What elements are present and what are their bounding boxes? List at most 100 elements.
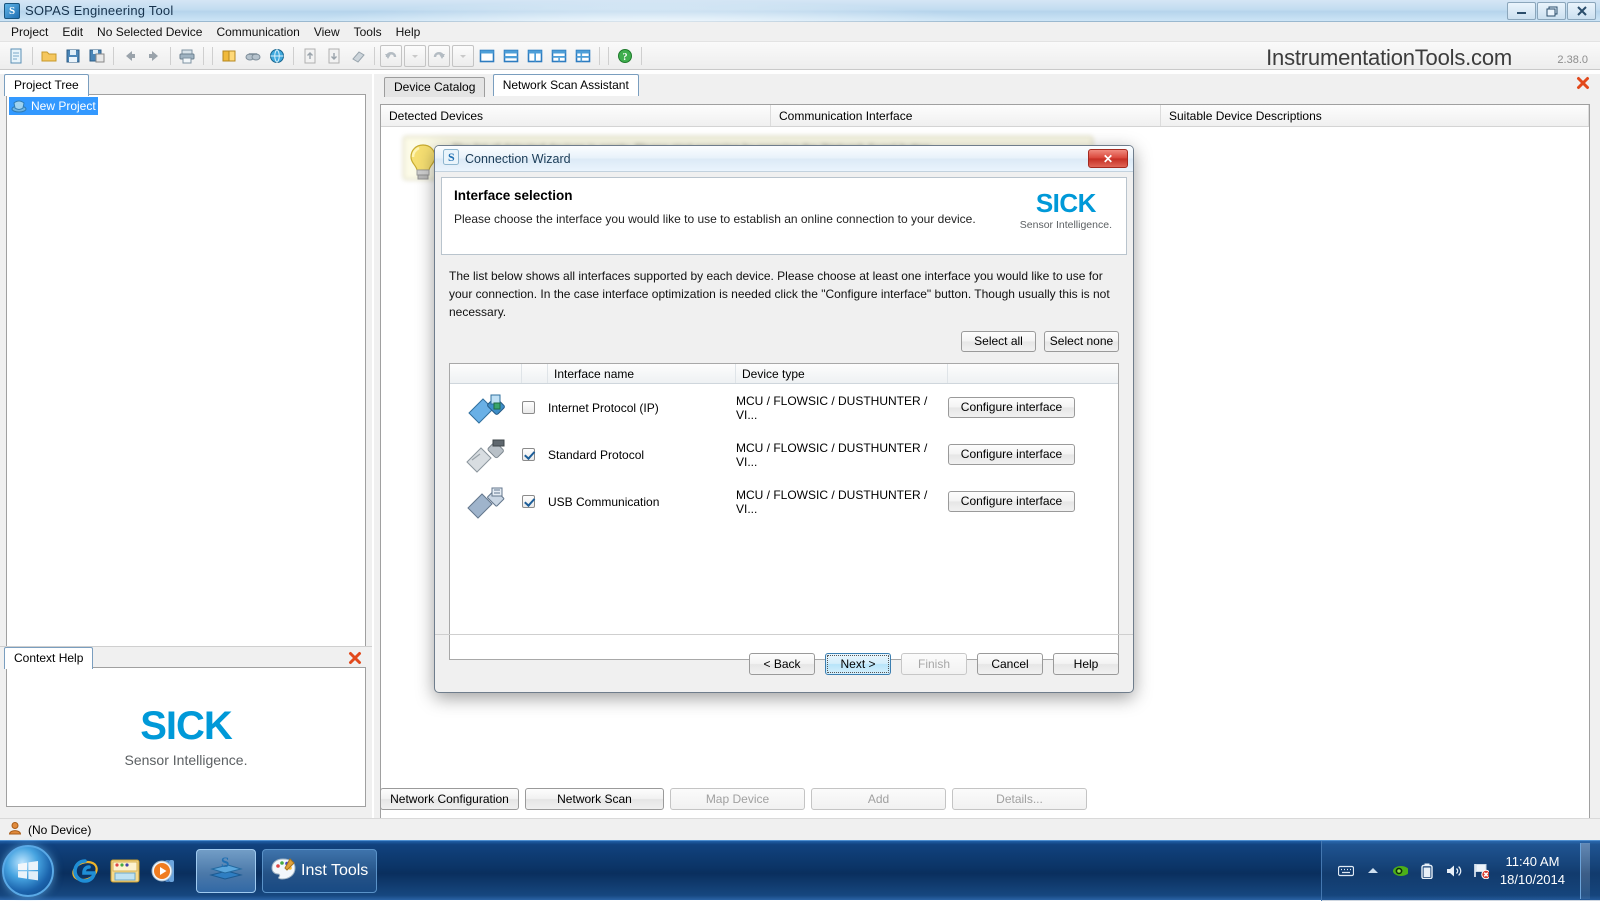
taskbar-item-sopas[interactable]: S: [196, 848, 256, 893]
forward-arrow-icon[interactable]: [143, 45, 165, 67]
finish-button[interactable]: Finish: [901, 652, 967, 675]
close-icon[interactable]: [1567, 2, 1596, 20]
cancel-button[interactable]: Cancel: [977, 652, 1043, 675]
device-type-cell: MCU / FLOWSIC / DUSTHUNTER / VI...: [736, 488, 948, 516]
tab-project-tree[interactable]: Project Tree: [4, 74, 89, 96]
interface-name-cell: Internet Protocol (IP): [548, 401, 736, 415]
menu-no-selected-device[interactable]: No Selected Device: [90, 23, 209, 41]
save-icon[interactable]: [62, 45, 84, 67]
dialog-sick-logo: SICK Sensor Intelligence.: [1020, 190, 1112, 231]
print-icon[interactable]: [176, 45, 198, 67]
context-help-body: SICK Sensor Intelligence.: [6, 667, 366, 807]
menu-communication[interactable]: Communication: [209, 23, 306, 41]
tab-context-help[interactable]: Context Help: [4, 647, 94, 669]
close-icon[interactable]: ✕: [1088, 149, 1128, 168]
upload-document-icon[interactable]: [299, 45, 321, 67]
configure-interface-button[interactable]: Configure interface: [948, 444, 1075, 465]
back-arrow-icon[interactable]: [119, 45, 141, 67]
tree-item-new-project[interactable]: New Project: [9, 97, 98, 115]
windows-explorer-icon[interactable]: [108, 854, 142, 888]
taskbar-item-inst-tools[interactable]: Inst Tools: [262, 848, 378, 893]
select-none-button[interactable]: Select none: [1044, 331, 1119, 352]
show-desktop-button[interactable]: [1580, 843, 1590, 899]
quick-launch: [68, 854, 182, 888]
menu-view[interactable]: View: [307, 23, 347, 41]
back-button[interactable]: < Back: [749, 652, 815, 675]
redo-icon[interactable]: [428, 44, 450, 67]
configure-interface-button[interactable]: Configure interface: [948, 397, 1075, 418]
table-row[interactable]: Internet Protocol (IP) MCU / FLOWSIC / D…: [450, 384, 1118, 431]
ethernet-plug-icon: [450, 389, 522, 427]
network-globe-icon[interactable]: [266, 45, 288, 67]
taskbar-clock[interactable]: 11:40 AM 18/10/2014: [1500, 853, 1565, 889]
paint-icon: [271, 857, 297, 884]
layout-four-icon[interactable]: [572, 45, 594, 67]
interface-checkbox[interactable]: [522, 448, 535, 461]
connection-wizard-dialog: S Connection Wizard ✕ Interface selectio…: [434, 145, 1134, 693]
sick-logo-tagline: Sensor Intelligence.: [124, 752, 248, 768]
menu-tools[interactable]: Tools: [347, 23, 389, 41]
configure-interface-button[interactable]: Configure interface: [948, 491, 1075, 512]
device-catalog-icon[interactable]: [218, 45, 240, 67]
layout-three-icon[interactable]: [548, 45, 570, 67]
action-center-flag-icon[interactable]: [1473, 863, 1489, 879]
help-circle-icon[interactable]: ?: [614, 45, 636, 67]
layout-vertical-icon[interactable]: [524, 45, 546, 67]
new-document-icon[interactable]: [5, 45, 27, 67]
interface-table-header: Interface name Device type: [450, 364, 1118, 384]
redo-dropdown-icon[interactable]: [452, 44, 474, 67]
window-controls: [1507, 2, 1596, 20]
media-player-icon[interactable]: [148, 854, 182, 888]
layout-horizontal-icon[interactable]: [500, 45, 522, 67]
map-device-button[interactable]: Map Device: [670, 788, 805, 810]
menu-project[interactable]: Project: [4, 23, 55, 41]
download-document-icon[interactable]: [323, 45, 345, 67]
interface-table[interactable]: Interface name Device type Internet Prot…: [449, 363, 1119, 660]
nvidia-icon[interactable]: [1392, 863, 1408, 879]
interface-checkbox-cell: [522, 495, 548, 508]
sopas-s-icon: S: [443, 149, 459, 168]
column-suitable-device-descriptions: Suitable Device Descriptions: [1161, 105, 1589, 126]
undo-icon[interactable]: [380, 44, 402, 67]
network-configuration-button[interactable]: Network Configuration: [380, 788, 519, 810]
open-folder-icon[interactable]: [38, 45, 60, 67]
svg-text:S: S: [448, 150, 455, 164]
scan-icon[interactable]: [242, 45, 264, 67]
windows-orb-icon[interactable]: [2, 844, 54, 897]
save-all-icon[interactable]: [86, 45, 108, 67]
layout-single-icon[interactable]: [476, 45, 498, 67]
table-row[interactable]: USB Communication MCU / FLOWSIC / DUSTHU…: [450, 478, 1118, 525]
add-button[interactable]: Add: [811, 788, 946, 810]
interface-checkbox[interactable]: [522, 495, 535, 508]
undo-dropdown-icon[interactable]: [404, 44, 426, 67]
application-window: S SOPAS Engineering Tool Project Edit No…: [0, 0, 1600, 901]
clock-date: 18/10/2014: [1499, 872, 1565, 887]
details-button[interactable]: Details...: [952, 788, 1087, 810]
battery-icon[interactable]: [1419, 863, 1435, 879]
help-button[interactable]: Help: [1053, 652, 1119, 675]
restore-icon[interactable]: [1537, 2, 1566, 20]
show-hidden-icons-arrow[interactable]: [1365, 863, 1381, 879]
internet-explorer-icon[interactable]: [68, 854, 102, 888]
dialog-description: The list below shows all interfaces supp…: [449, 269, 1110, 319]
device-type: MCU / FLOWSIC / DUSTHUNTER / VI...: [736, 393, 928, 422]
network-scan-button[interactable]: Network Scan: [525, 788, 664, 810]
interface-checkbox[interactable]: [522, 401, 535, 414]
interface-name-cell: Standard Protocol: [548, 448, 736, 462]
interface-name: USB Communication: [548, 494, 660, 509]
window-titlebar: S SOPAS Engineering Tool: [0, 0, 1600, 22]
minimize-icon[interactable]: [1507, 2, 1536, 20]
volume-icon[interactable]: [1446, 863, 1462, 879]
keyboard-icon[interactable]: [1337, 863, 1354, 879]
table-row[interactable]: Standard Protocol MCU / FLOWSIC / DUSTHU…: [450, 431, 1118, 478]
next-button[interactable]: Next >: [825, 652, 891, 675]
select-all-button[interactable]: Select all: [961, 331, 1036, 352]
status-bar: (No Device): [0, 818, 1600, 840]
tab-network-scan-assistant[interactable]: Network Scan Assistant: [492, 74, 639, 96]
tab-device-catalog[interactable]: Device Catalog: [384, 77, 486, 97]
menu-edit[interactable]: Edit: [55, 23, 90, 41]
menu-help[interactable]: Help: [389, 23, 428, 41]
erase-icon[interactable]: [347, 45, 369, 67]
close-icon[interactable]: [1576, 76, 1590, 93]
close-icon[interactable]: [348, 651, 362, 665]
